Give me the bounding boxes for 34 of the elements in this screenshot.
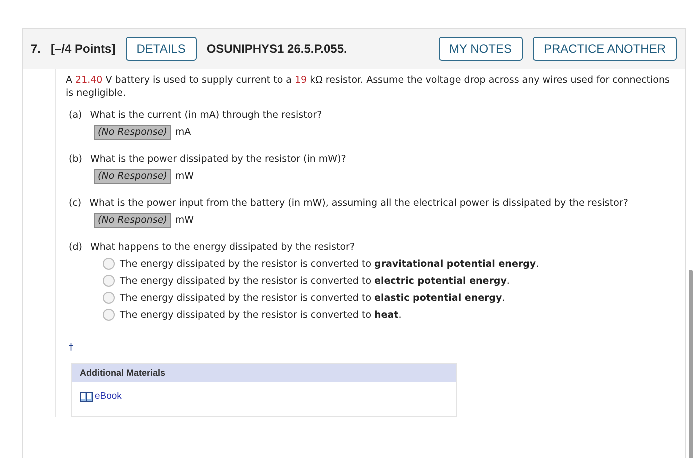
option-text: The energy dissipated by the resistor is converted to gravitational potential energy. (120, 258, 540, 270)
part-label: (a) (69, 110, 82, 121)
answer-field[interactable]: (No Response) (94, 125, 172, 140)
book-icon (80, 392, 93, 402)
part-label: (b) (69, 154, 82, 165)
option-text: The energy dissipated by the resistor is converted to heat. (120, 310, 402, 320)
unit-label: mA (175, 127, 192, 138)
question-number: 7. (31, 42, 42, 56)
option-text: The energy dissipated by the resistor is converted to elastic potential energy. (120, 292, 506, 304)
header-button[interactable]: MY NOTES (438, 37, 523, 61)
radio-button[interactable] (103, 275, 115, 287)
radio-button[interactable] (103, 309, 115, 321)
header-button[interactable]: PRACTICE ANOTHER (532, 37, 677, 61)
answer-field[interactable]: (No Response) (94, 169, 172, 184)
unit-label: mW (175, 171, 194, 182)
part-question: What is the power dissipated by the resistor (in mW)? (90, 154, 346, 165)
question-text: A 21.40 V battery is used to supply current to a 19 kΩ resistor. Assume the voltage drop across any wires used for connections is negligible. (66, 74, 671, 100)
problem-id: OSUNIPHYS1 26.5.P.055. (206, 42, 348, 56)
materials-title: Additional Materials (72, 364, 456, 382)
part-question: What is the power input from the battery (in mW), assuming all the electrical power is dissipated by the resistor? (90, 198, 628, 209)
ebook-link[interactable]: eBook (95, 391, 122, 402)
radio-button[interactable] (103, 292, 115, 304)
answer-field[interactable]: (No Response) (94, 213, 172, 228)
footnote-mark: † (69, 343, 74, 353)
part-label: (c) (69, 198, 82, 209)
points-label: [–/4 Points] (51, 42, 116, 56)
radio-button[interactable] (103, 258, 115, 270)
details-button[interactable]: DETAILS (126, 37, 197, 61)
scrollbar-thumb[interactable] (689, 270, 693, 458)
part-label: (d) (69, 242, 82, 253)
part-question: What is the current (in mA) through the resistor? (90, 110, 322, 121)
option-text: The energy dissipated by the resistor is converted to electric potential energy. (120, 276, 510, 286)
part-question: What happens to the energy dissipated by the resistor? (90, 242, 355, 253)
unit-label: mW (175, 215, 194, 226)
